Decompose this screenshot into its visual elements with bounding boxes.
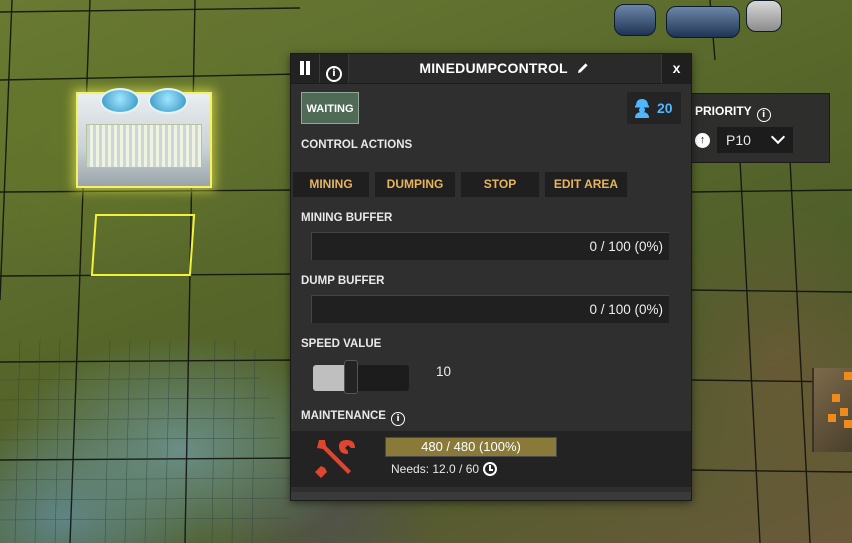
priority-label: PRIORITY: [695, 104, 752, 118]
pause-icon: [299, 61, 311, 75]
arrow-up-icon[interactable]: ↑: [695, 133, 710, 148]
speed-value: 10: [436, 364, 452, 379]
status-badge: WAITING: [301, 92, 359, 124]
stop-button[interactable]: STOP: [461, 172, 539, 197]
workers-value: 20: [657, 100, 673, 116]
storage-tanks[interactable]: [606, 0, 786, 44]
priority-select[interactable]: P10: [717, 127, 793, 153]
window-title: MINEDUMPCONTROL: [419, 60, 568, 76]
dump-buffer-text: 0 / 100 (0%): [589, 302, 663, 317]
orange-structure[interactable]: [812, 368, 852, 452]
control-actions-label: CONTROL ACTIONS: [301, 139, 413, 151]
window-title-container: MINEDUMPCONTROL: [347, 54, 661, 83]
maintenance-heading: MAINTENANCE i: [301, 410, 405, 426]
speed-slider[interactable]: [313, 365, 409, 391]
title-bar[interactable]: i MINEDUMPCONTROL x: [291, 54, 691, 84]
worker-icon: [635, 99, 649, 118]
mining-buffer-label: MINING BUFFER: [301, 212, 393, 224]
window-footer: [291, 492, 691, 500]
priority-heading: PRIORITY i: [695, 104, 771, 122]
dump-buffer-bar: 0 / 100 (0%): [311, 295, 669, 323]
mining-button[interactable]: MINING: [293, 172, 369, 197]
mining-buffer-text: 0 / 100 (0%): [589, 239, 663, 254]
info-icon[interactable]: i: [390, 412, 405, 426]
info-icon: i: [326, 66, 342, 82]
maintenance-needs-text: Needs: 12.0 / 60: [391, 462, 480, 476]
mine-dump-building[interactable]: [76, 88, 212, 188]
pause-button[interactable]: [291, 54, 320, 83]
speed-value-label: SPEED VALUE: [301, 338, 382, 350]
maintenance-text: 480 / 480 (100%): [421, 439, 521, 454]
pencil-icon[interactable]: [577, 62, 589, 74]
maintenance-bar: 480 / 480 (100%): [385, 437, 557, 457]
maintenance-needs: Needs: 12.0 / 60: [391, 462, 498, 476]
info-icon[interactable]: i: [756, 108, 771, 122]
priority-panel: PRIORITY i ↑ P10: [686, 93, 830, 163]
selected-area-outline: [90, 214, 196, 276]
close-button[interactable]: x: [661, 54, 691, 83]
workers-count[interactable]: 20: [627, 92, 681, 124]
chevron-down-icon: [770, 129, 786, 145]
minedump-control-window: i MINEDUMPCONTROL x WAITING 20 CONTROL A…: [290, 53, 692, 501]
wrench-screwdriver-icon: [315, 440, 355, 478]
dump-buffer-label: DUMP BUFFER: [301, 275, 385, 287]
info-button[interactable]: i: [320, 54, 349, 83]
edit-area-button[interactable]: EDIT AREA: [545, 172, 627, 197]
maintenance-section: 480 / 480 (100%) Needs: 12.0 / 60: [291, 431, 691, 487]
dumping-button[interactable]: DUMPING: [375, 172, 455, 197]
speed-slider-handle[interactable]: [344, 360, 358, 394]
maintenance-label: MAINTENANCE: [301, 410, 386, 422]
priority-selected-value: P10: [726, 132, 751, 148]
clock-icon: [483, 462, 498, 476]
mining-buffer-bar: 0 / 100 (0%): [311, 232, 669, 260]
